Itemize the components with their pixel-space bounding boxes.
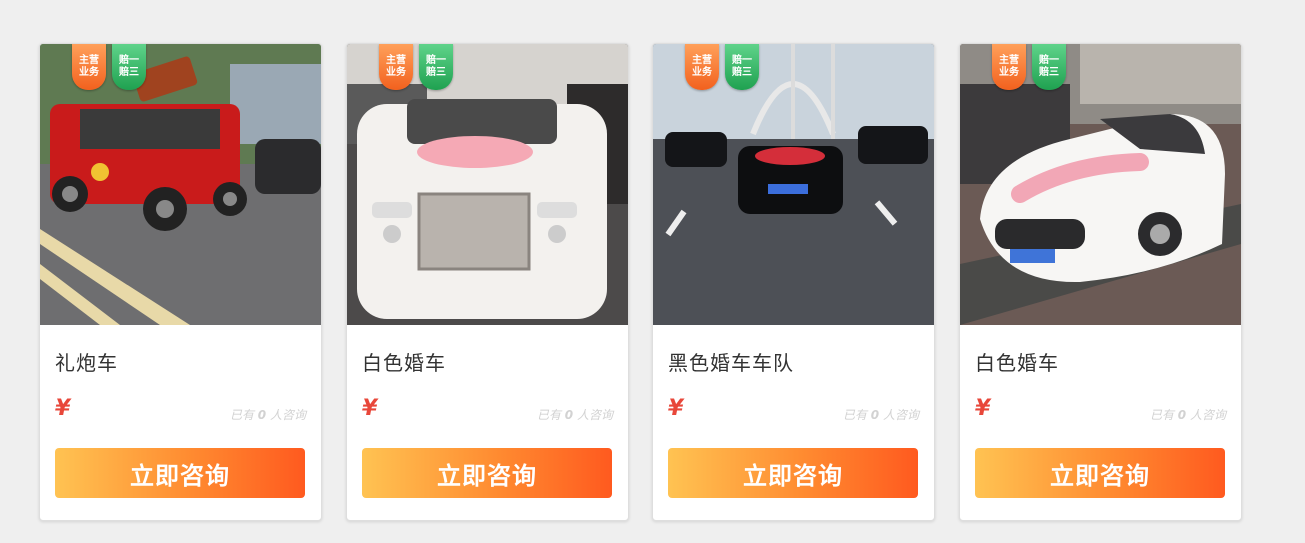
price-symbol: ¥: [55, 396, 71, 421]
main-business-badge: 主营 业务: [379, 44, 413, 90]
inquiry-count: 已有 0 人咨询: [230, 406, 306, 423]
badge-main-line2: 业务: [999, 67, 1019, 78]
product-title[interactable]: 白色婚车: [362, 347, 446, 376]
price-symbol: ¥: [362, 396, 378, 421]
badge-pay-line1: 赔一: [732, 55, 752, 66]
product-card[interactable]: 主营 业务 赔一 赔三 白色婚车 ¥ 已有 0 人咨询 立即咨询: [346, 43, 629, 521]
inquiry-prefix: 已有: [842, 408, 867, 422]
main-business-badge: 主营 业务: [992, 44, 1026, 90]
product-card[interactable]: 主营 业务 赔一 赔三 白色婚车 ¥ 已有 0 人咨询 立即咨询: [959, 43, 1242, 521]
badge-pay-line1: 赔一: [426, 55, 446, 66]
badge-main-line1: 主营: [692, 55, 712, 66]
badge-pay-line2: 赔三: [732, 67, 752, 78]
badge-pay-line2: 赔三: [1039, 67, 1059, 78]
price-symbol: ¥: [668, 396, 684, 421]
inquiry-prefix: 已有: [536, 408, 561, 422]
badge-pay-line2: 赔三: [119, 67, 139, 78]
inquiry-suffix: 人咨询: [576, 408, 613, 422]
product-title[interactable]: 礼炮车: [55, 347, 118, 376]
badge-pay-line1: 赔一: [119, 55, 139, 66]
inquiry-suffix: 人咨询: [269, 408, 306, 422]
badge-main-line1: 主营: [386, 55, 406, 66]
badge-main-line2: 业务: [692, 67, 712, 78]
inquiry-count: 已有 0 人咨询: [843, 406, 919, 423]
badge-pay-line1: 赔一: [1039, 55, 1059, 66]
inquiry-number: 0: [870, 408, 880, 422]
compensation-badge: 赔一 赔三: [419, 44, 453, 90]
badge-main-line2: 业务: [79, 67, 99, 78]
compensation-badge: 赔一 赔三: [1032, 44, 1066, 90]
consult-button[interactable]: 立即咨询: [668, 448, 918, 498]
inquiry-suffix: 人咨询: [882, 408, 919, 422]
inquiry-number: 0: [257, 408, 267, 422]
inquiry-suffix: 人咨询: [1189, 408, 1226, 422]
badge-main-line2: 业务: [386, 67, 406, 78]
product-card[interactable]: 主营 业务 赔一 赔三 黑色婚车车队 ¥ 已有 0 人咨询 立即咨询: [652, 43, 935, 521]
inquiry-prefix: 已有: [229, 408, 254, 422]
product-card[interactable]: 主营 业务 赔一 赔三 礼炮车 ¥ 已有 0 人咨询 立即咨询: [39, 43, 322, 521]
inquiry-prefix: 已有: [1149, 408, 1174, 422]
badge-main-line1: 主营: [79, 55, 99, 66]
inquiry-count: 已有 0 人咨询: [1150, 406, 1226, 423]
product-title[interactable]: 黑色婚车车队: [668, 347, 794, 376]
badge-pay-line2: 赔三: [426, 67, 446, 78]
main-business-badge: 主营 业务: [72, 44, 106, 90]
product-grid: 主营 业务 赔一 赔三 礼炮车 ¥ 已有 0 人咨询 立即咨询 主营 业务 赔一…: [0, 0, 1305, 543]
inquiry-count: 已有 0 人咨询: [537, 406, 613, 423]
compensation-badge: 赔一 赔三: [112, 44, 146, 90]
inquiry-number: 0: [1177, 408, 1187, 422]
main-business-badge: 主营 业务: [685, 44, 719, 90]
compensation-badge: 赔一 赔三: [725, 44, 759, 90]
consult-button[interactable]: 立即咨询: [362, 448, 612, 498]
consult-button[interactable]: 立即咨询: [975, 448, 1225, 498]
badge-main-line1: 主营: [999, 55, 1019, 66]
consult-button[interactable]: 立即咨询: [55, 448, 305, 498]
price-symbol: ¥: [975, 396, 991, 421]
product-title[interactable]: 白色婚车: [975, 347, 1059, 376]
inquiry-number: 0: [564, 408, 574, 422]
